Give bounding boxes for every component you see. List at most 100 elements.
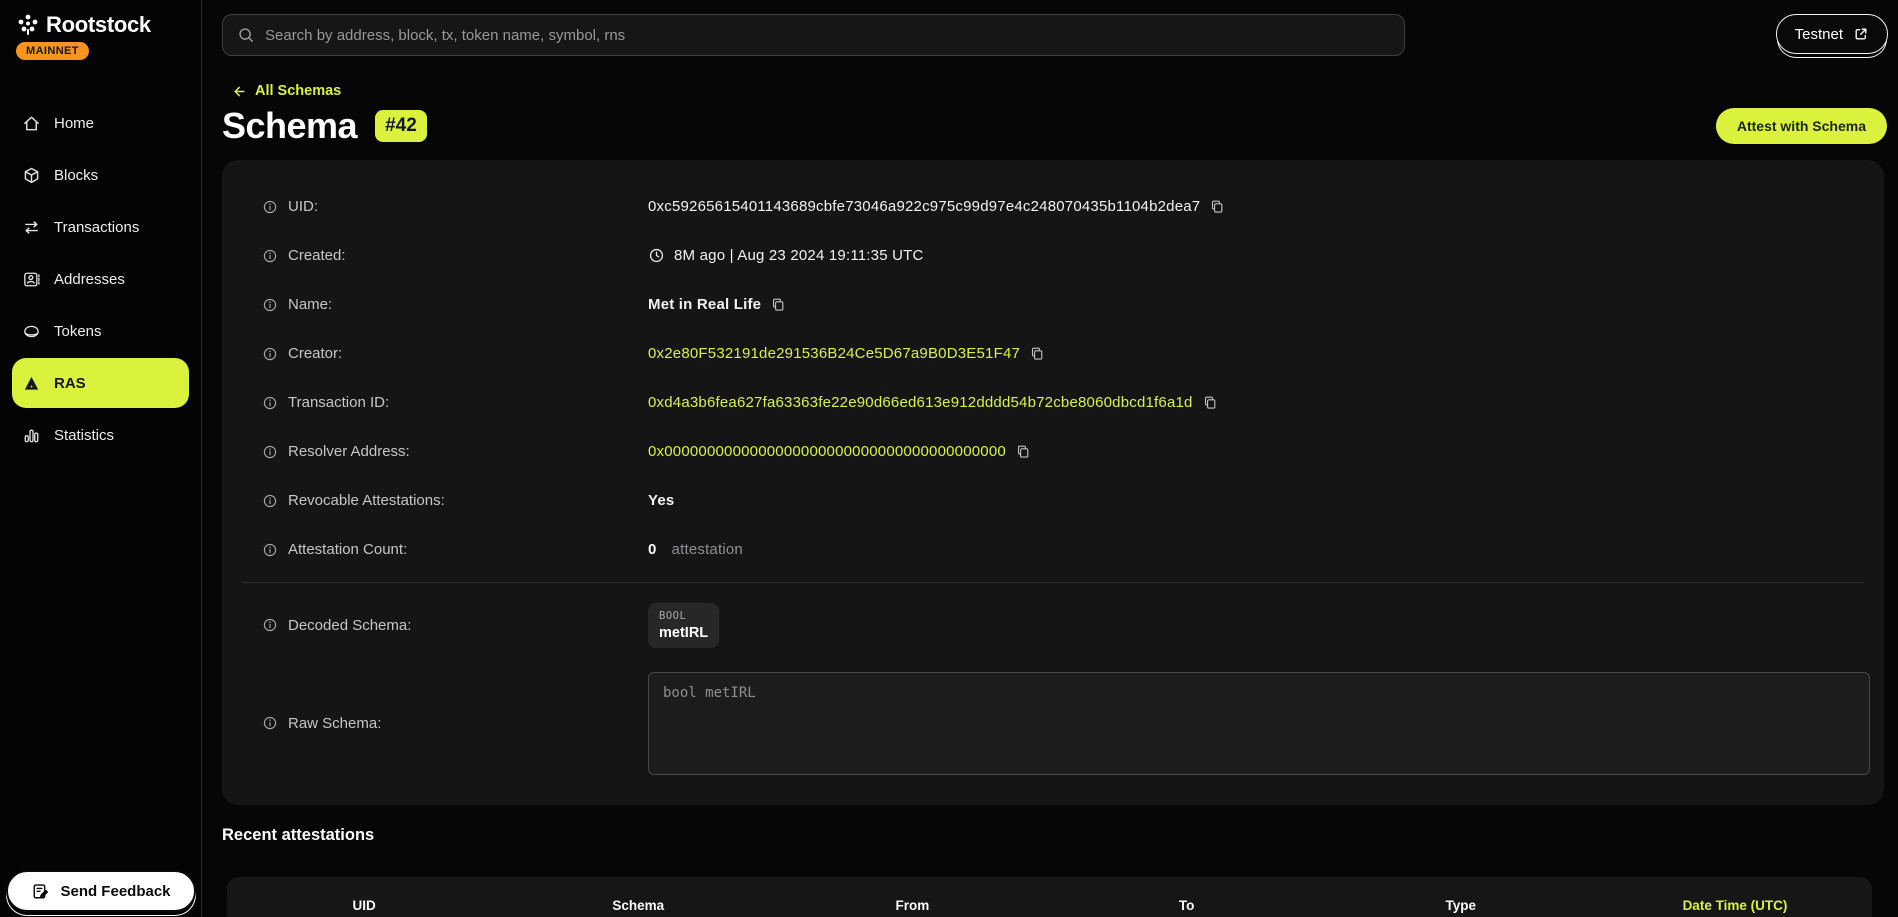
feedback-pencil-icon — [31, 882, 50, 901]
info-icon — [262, 444, 278, 460]
copy-icon[interactable] — [1029, 345, 1045, 362]
detail-row-decoded-schema: Decoded Schema: BOOL metIRL — [222, 583, 1884, 667]
tokens-icon — [22, 322, 41, 341]
copy-icon[interactable] — [770, 296, 786, 313]
column-header-type: Type — [1324, 898, 1598, 913]
addresses-icon — [22, 270, 41, 289]
detail-label-text: Revocable Attestations: — [288, 492, 445, 509]
detail-label-text: Name: — [288, 296, 332, 313]
info-icon — [262, 542, 278, 558]
external-link-icon — [1853, 26, 1869, 42]
info-icon — [262, 715, 278, 731]
detail-row-attestation-count: Attestation Count: 0 attestation — [222, 525, 1884, 574]
attestations-table-header: UID Schema From To Type Date Time (UTC) — [227, 877, 1872, 917]
detail-label-text: Raw Schema: — [288, 715, 381, 732]
sidebar-nav: Home Blocks Transactions Addresses Token… — [0, 97, 201, 461]
network-badge: MAINNET — [16, 42, 89, 60]
sidebar-item-tokens[interactable]: Tokens — [0, 305, 201, 357]
decoded-schema-field-card: BOOL metIRL — [648, 603, 719, 648]
back-arrow-icon — [231, 84, 246, 99]
back-link-all-schemas[interactable]: All Schemas — [231, 83, 341, 99]
detail-row-resolver-address: Resolver Address: 0x00000000000000000000… — [222, 427, 1884, 476]
info-icon — [262, 493, 278, 509]
feedback-label: Send Feedback — [60, 883, 170, 900]
info-icon — [262, 346, 278, 362]
uid-value: 0xc59265615401143689cbfe73046a922c975c99… — [648, 198, 1200, 215]
sidebar-item-transactions[interactable]: Transactions — [0, 201, 201, 253]
info-icon — [262, 248, 278, 264]
info-icon — [262, 617, 278, 633]
schema-details-panel: UID: 0xc59265615401143689cbfe73046a922c9… — [222, 160, 1884, 805]
raw-schema-textarea[interactable]: bool metIRL — [648, 672, 1870, 775]
attestation-count-suffix: attestation — [672, 541, 743, 558]
detail-row-raw-schema: Raw Schema: bool metIRL — [222, 667, 1884, 779]
info-icon — [262, 395, 278, 411]
main-content: Testnet All Schemas Schema #42 Attest wi… — [202, 0, 1898, 917]
sidebar-item-label: Blocks — [54, 167, 98, 184]
info-icon — [262, 199, 278, 215]
detail-label-text: Creator: — [288, 345, 342, 362]
sidebar-item-statistics[interactable]: Statistics — [0, 409, 201, 461]
search-icon — [237, 26, 255, 44]
copy-icon[interactable] — [1015, 443, 1031, 460]
column-header-schema: Schema — [501, 898, 775, 913]
detail-label-text: Resolver Address: — [288, 443, 410, 460]
revocable-value: Yes — [648, 492, 674, 509]
copy-icon[interactable] — [1202, 394, 1218, 411]
sidebar-item-label: Addresses — [54, 271, 125, 288]
recent-attestations-heading: Recent attestations — [222, 826, 374, 845]
attestation-count-value: 0 — [648, 541, 657, 558]
column-header-from: From — [775, 898, 1049, 913]
sidebar-item-label: Transactions — [54, 219, 139, 236]
detail-row-transaction-id: Transaction ID: 0xd4a3b6fea627fa63363fe2… — [222, 378, 1884, 427]
column-header-uid: UID — [227, 898, 501, 913]
detail-row-name: Name: Met in Real Life — [222, 280, 1884, 329]
detail-row-created: Created: 8M ago | Aug 23 2024 19:11:35 U… — [222, 231, 1884, 280]
attest-with-schema-button[interactable]: Attest with Schema — [1716, 108, 1887, 144]
column-header-to: To — [1050, 898, 1324, 913]
column-header-date-time[interactable]: Date Time (UTC) — [1598, 898, 1872, 913]
sidebar: Rootstock MAINNET Home Blocks Transactio… — [0, 0, 202, 917]
created-value: 8M ago | Aug 23 2024 19:11:35 UTC — [674, 247, 924, 264]
back-link-label: All Schemas — [255, 83, 341, 99]
info-icon — [262, 297, 278, 313]
copy-icon[interactable] — [1209, 198, 1225, 215]
schema-name-value: Met in Real Life — [648, 296, 761, 313]
sidebar-item-label: RAS — [54, 375, 86, 392]
sidebar-item-label: Home — [54, 115, 94, 132]
sidebar-item-home[interactable]: Home — [0, 97, 201, 149]
statistics-icon — [22, 426, 41, 445]
schema-field-type: BOOL — [659, 610, 708, 622]
transactions-icon — [22, 218, 41, 237]
brand-name: Rootstock — [46, 12, 151, 38]
resolver-address-link[interactable]: 0x00000000000000000000000000000000000000… — [648, 443, 1006, 460]
home-icon — [22, 114, 41, 133]
sidebar-item-label: Statistics — [54, 427, 114, 444]
detail-label-text: Decoded Schema: — [288, 617, 411, 634]
schema-number-badge: #42 — [375, 110, 427, 142]
detail-row-uid: UID: 0xc59265615401143689cbfe73046a922c9… — [222, 182, 1884, 231]
schema-field-name: metIRL — [659, 625, 708, 641]
detail-label-text: Attestation Count: — [288, 541, 407, 558]
rootstock-logo-icon — [16, 13, 40, 37]
brand[interactable]: Rootstock — [0, 0, 201, 38]
transaction-id-link[interactable]: 0xd4a3b6fea627fa63363fe22e90d66ed613e912… — [648, 394, 1193, 411]
sidebar-item-addresses[interactable]: Addresses — [0, 253, 201, 305]
detail-label-text: Created: — [288, 247, 346, 264]
detail-row-creator: Creator: 0x2e80F532191de291536B24Ce5D67a… — [222, 329, 1884, 378]
detail-label-text: UID: — [288, 198, 318, 215]
creator-address-link[interactable]: 0x2e80F532191de291536B24Ce5D67a9B0D3E51F… — [648, 345, 1020, 362]
sidebar-item-label: Tokens — [54, 323, 102, 340]
blocks-icon — [22, 166, 41, 185]
detail-label-text: Transaction ID: — [288, 394, 389, 411]
send-feedback-button[interactable]: Send Feedback — [6, 870, 196, 912]
clock-icon — [648, 247, 665, 264]
ras-icon — [22, 374, 41, 393]
search-input[interactable] — [265, 27, 1390, 44]
sidebar-item-ras[interactable]: RAS — [12, 358, 189, 408]
detail-row-revocable: Revocable Attestations: Yes — [222, 476, 1884, 525]
network-switch-label: Testnet — [1795, 26, 1843, 43]
network-switch-button[interactable]: Testnet — [1776, 14, 1888, 54]
sidebar-item-blocks[interactable]: Blocks — [0, 149, 201, 201]
title-row: Schema #42 Attest with Schema — [222, 102, 1898, 150]
